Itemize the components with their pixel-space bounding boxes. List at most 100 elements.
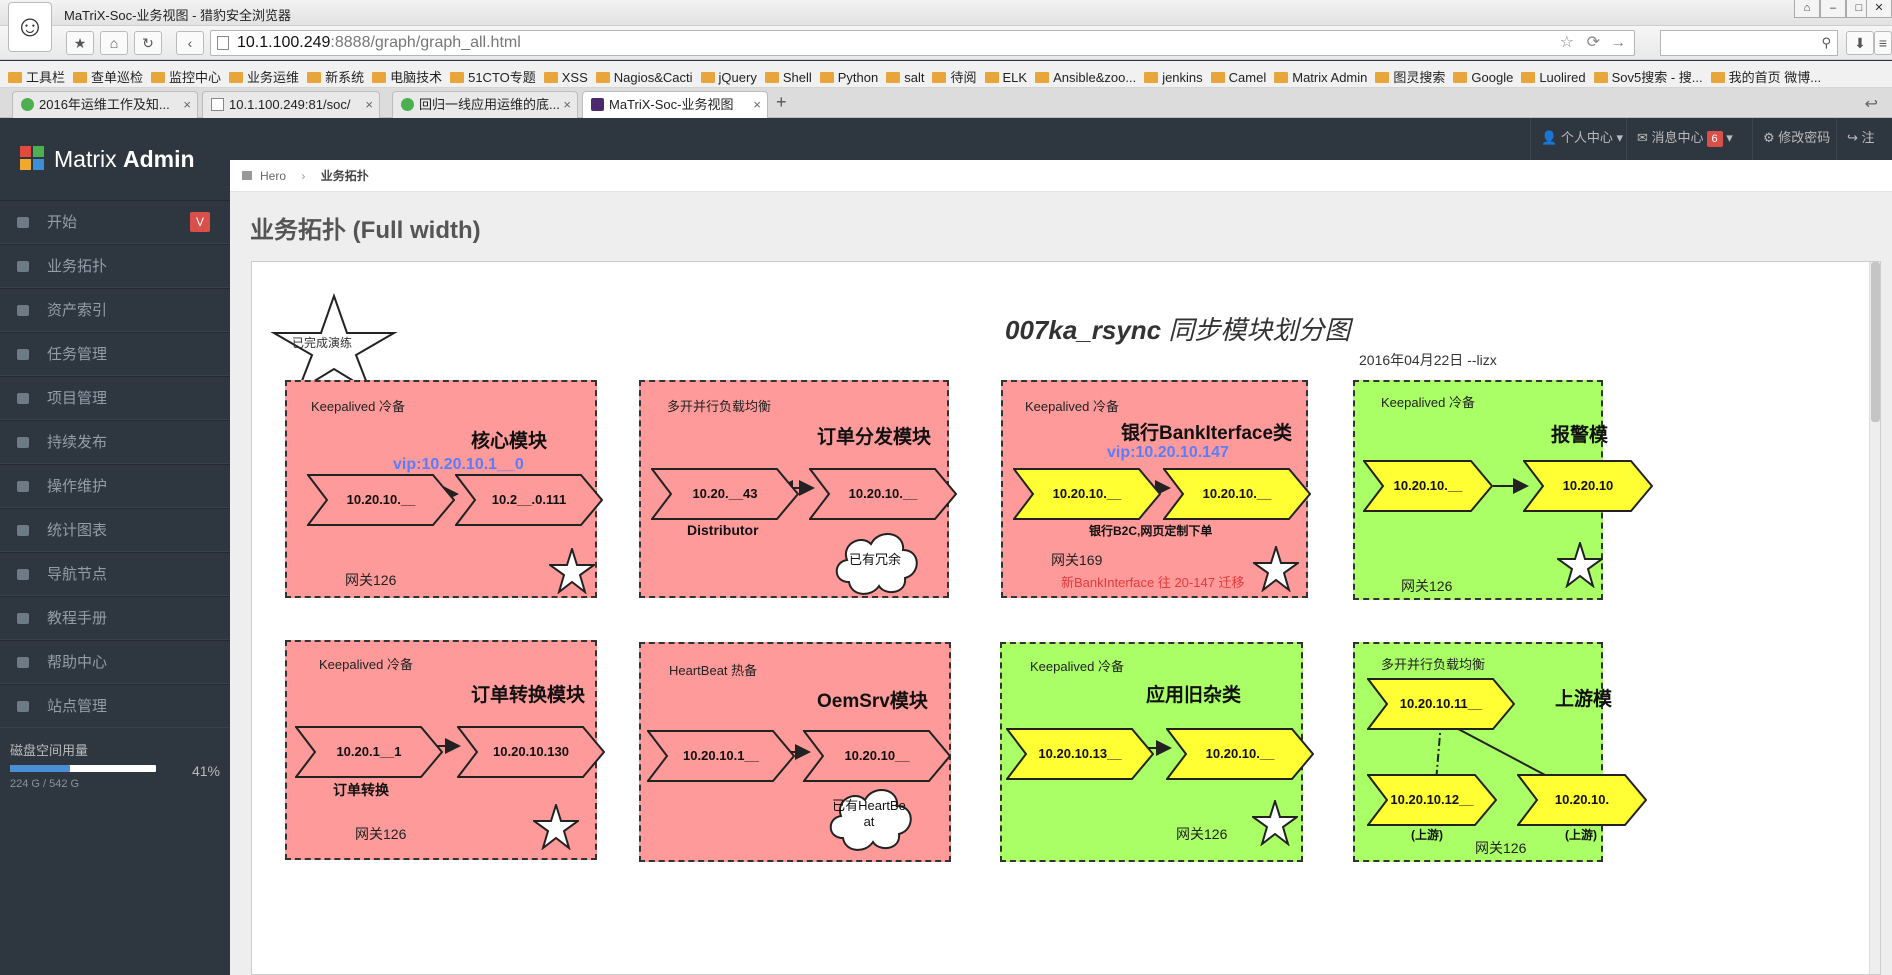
bookmark-item[interactable]: Python	[819, 70, 878, 85]
search-input[interactable]: ⚲	[1660, 30, 1838, 56]
close-tab-icon[interactable]: ×	[753, 92, 761, 117]
close-tab-icon[interactable]: ×	[365, 92, 373, 117]
bookmark-item[interactable]: 我的首页 微博...	[1710, 67, 1821, 86]
sidebar-item-charts[interactable]: 统计图表	[0, 508, 230, 552]
bookmark-item[interactable]: salt	[886, 70, 924, 85]
folder-icon	[543, 72, 558, 83]
user-center-menu[interactable]: 👤 个人中心 ▾	[1530, 118, 1633, 160]
gear-icon: ⚙	[1763, 130, 1775, 145]
close-tab-icon[interactable]: ×	[183, 92, 191, 117]
server-node[interactable]: 10.20.10	[1523, 460, 1653, 512]
cloud-callout: 已有HeartBeat	[823, 780, 915, 854]
server-node[interactable]: 10.20.10.__	[307, 474, 455, 526]
new-tab-button[interactable]: +	[776, 92, 787, 113]
bookmark-item[interactable]: jQuery	[700, 70, 757, 85]
search-icon[interactable]: ⚲	[1821, 35, 1831, 51]
folder-icon	[595, 72, 610, 83]
bookmark-item[interactable]: 监控中心	[151, 67, 221, 86]
bookmark-item[interactable]: Matrix Admin	[1274, 70, 1367, 85]
folder-icon	[764, 72, 779, 83]
server-node[interactable]: 10.20.10.12__	[1367, 774, 1497, 826]
server-node[interactable]: 10.20.10.__	[1013, 468, 1161, 520]
sidebar-item-nav-nodes[interactable]: 导航节点	[0, 552, 230, 596]
close-tab-icon[interactable]: ×	[563, 92, 571, 117]
bookmark-item[interactable]: Shell	[764, 70, 812, 85]
module-gateway: 网关126	[355, 826, 407, 842]
server-node[interactable]: 10.20.10.1__	[647, 730, 795, 782]
download-icon[interactable]: ⬇	[1846, 31, 1874, 55]
breadcrumb-home[interactable]: Hero	[260, 169, 286, 183]
logo-text[interactable]: Matrix Admin	[54, 146, 195, 173]
bookmark-item[interactable]: Camel	[1210, 70, 1266, 85]
server-ip: 10.20.10.__	[346, 492, 416, 507]
refresh-icon[interactable]: ↻	[134, 31, 162, 55]
compat-mode-icon[interactable]: ⟳	[1587, 31, 1600, 55]
browser-user-avatar[interactable]: ☺	[8, 2, 52, 52]
sidebar-item-operations[interactable]: 操作维护	[0, 464, 230, 508]
bookmark-item[interactable]: Ansible&zoo...	[1035, 70, 1136, 85]
browser-tab-active[interactable]: MaTriX-Soc-业务视图 ×	[582, 91, 768, 119]
server-node[interactable]: 10.20.__43	[651, 468, 799, 520]
bookmark-item[interactable]: XSS	[543, 70, 588, 85]
home-icon[interactable]: ⌂	[100, 31, 128, 55]
server-node[interactable]: 10.20.10.__	[1163, 468, 1311, 520]
url-path: :8888/graph/graph_all.html	[330, 34, 521, 51]
bookmark-item[interactable]: 新系统	[307, 67, 364, 86]
back-icon[interactable]: ‹	[176, 31, 204, 55]
bookmark-item[interactable]: Luolired	[1521, 70, 1586, 85]
bookmark-item[interactable]: 工具栏	[8, 67, 65, 86]
server-node[interactable]: 10.20.1__1	[295, 726, 443, 778]
server-node[interactable]: 10.20.10.__	[1363, 460, 1493, 512]
go-arrow-icon[interactable]: →	[1610, 31, 1626, 55]
logout-link[interactable]: ↪ 注销	[1836, 118, 1892, 185]
sidebar-item-site-admin[interactable]: 站点管理	[0, 684, 230, 728]
server-ip: 10.20.1__1	[336, 744, 402, 759]
bookmark-item[interactable]: 业务运维	[229, 67, 299, 86]
sidebar-item-help[interactable]: 帮助中心	[0, 640, 230, 684]
menu-icon[interactable]: ≡	[1874, 31, 1892, 55]
browser-tab[interactable]: 2016年运维工作及知... ×	[12, 91, 198, 118]
close-window-button[interactable]: ✕	[1866, 0, 1892, 18]
bookmark-item[interactable]: 查单巡检	[73, 67, 143, 86]
bookmark-item[interactable]: Nagios&Cacti	[595, 70, 693, 85]
page-icon	[211, 98, 224, 111]
server-node[interactable]: 10.20.10.	[1517, 774, 1647, 826]
server-node[interactable]: 10.20.10.11__	[1367, 678, 1515, 730]
bookmark-item[interactable]: Google	[1453, 70, 1513, 85]
bookmark-item[interactable]: jenkins	[1144, 70, 1203, 85]
scrollbar[interactable]	[1869, 262, 1880, 974]
sidebar-item-tutorials[interactable]: 教程手册	[0, 596, 230, 640]
change-password-link[interactable]: ⚙ 修改密码	[1752, 118, 1840, 160]
sidebar-item-tasks[interactable]: 任务管理	[0, 332, 230, 376]
bookmark-item[interactable]: 图灵搜索	[1375, 67, 1445, 86]
sidebar-item-start[interactable]: 开始 V	[0, 200, 230, 244]
folder-icon	[8, 72, 22, 83]
sidebar-item-release[interactable]: 持续发布	[0, 420, 230, 464]
star-icon[interactable]: ★	[66, 31, 94, 55]
address-bar[interactable]: 10.1.100.249:8888/graph/graph_all.html ☆…	[210, 30, 1635, 56]
server-node[interactable]: 10.20.10.130	[457, 726, 605, 778]
server-node[interactable]: 10.20.10__	[803, 730, 951, 782]
browser-tab[interactable]: 10.1.100.249:81/soc/×	[202, 91, 380, 118]
sidebar-item-projects[interactable]: 项目管理	[0, 376, 230, 420]
message-center-menu[interactable]: ✉ 消息中心 6 ▾	[1626, 118, 1743, 160]
sidebar-item-topology[interactable]: 业务拓扑	[0, 244, 230, 288]
sidebar-item-assets[interactable]: 资产索引	[0, 288, 230, 332]
server-node[interactable]: 10.20.10.13__	[1006, 728, 1154, 780]
server-node[interactable]: 10.2__.0.111	[455, 474, 603, 526]
bookmark-star-icon[interactable]: ☆	[1560, 31, 1574, 55]
bookmark-item[interactable]: 51CTO专题	[450, 67, 536, 86]
bookmark-item[interactable]: 电脑技术	[372, 67, 442, 86]
server-node[interactable]: 10.20.10.__	[809, 468, 957, 520]
bookmark-item[interactable]: 待阅	[932, 67, 977, 86]
server-node[interactable]: 10.20.10.__	[1166, 728, 1314, 780]
browser-tab[interactable]: 回归一线应用运维的底... ×	[392, 91, 578, 118]
bookmark-item[interactable]: ELK	[984, 70, 1027, 85]
module-box: Keepalived 冷备 银行BankIterface类 vip:10.20.10…	[1001, 380, 1311, 598]
url-host: 10.1.100.249	[237, 34, 331, 51]
restore-tab-icon[interactable]: ↩	[1865, 94, 1878, 114]
bookmark-item[interactable]: Sov5搜索 - 搜...	[1593, 67, 1703, 86]
minimize-button[interactable]: –	[1820, 0, 1846, 18]
charts-icon	[17, 525, 29, 536]
browser-skin-button[interactable]: ⌂	[1794, 0, 1820, 18]
